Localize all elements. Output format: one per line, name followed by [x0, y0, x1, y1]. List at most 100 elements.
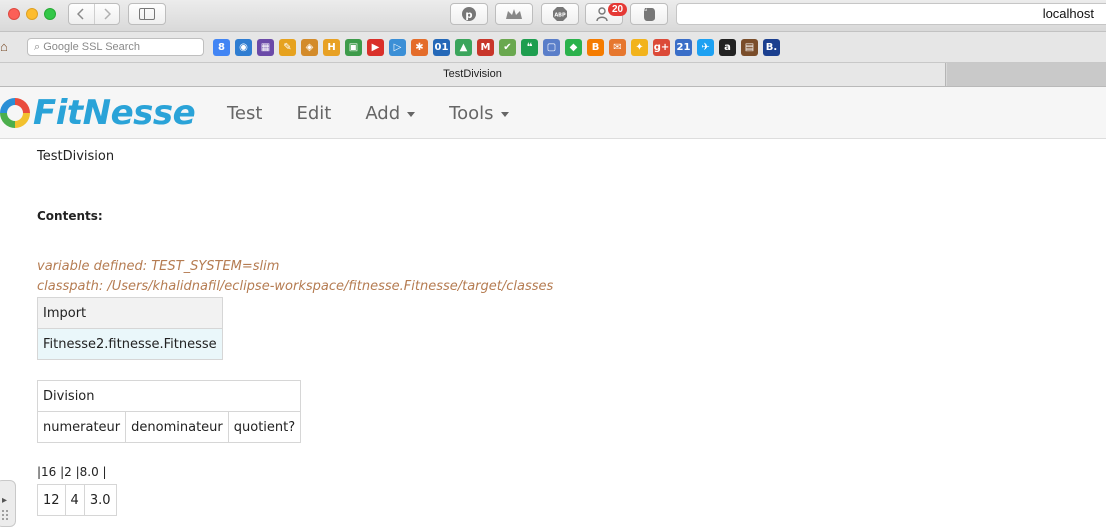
fullscreen-window-button[interactable] — [44, 8, 56, 20]
play-icon[interactable]: ▷ — [389, 39, 406, 56]
keep-icon[interactable]: ✦ — [631, 39, 648, 56]
classpath-line: classpath: /Users/khalidnafil/eclipse-wo… — [37, 279, 554, 294]
pinterest-extension-button[interactable]: p — [450, 3, 488, 25]
search-placeholder: Google SSL Search — [43, 41, 141, 53]
bookmark-home-icon[interactable]: ⌂ — [0, 40, 14, 54]
menu-test-label: Test — [227, 102, 263, 124]
import-table: Import Fitnesse2.fitnesse.Fitnesse — [37, 297, 223, 360]
pinterest-icon: p — [462, 7, 476, 21]
menu-add-label: Add — [365, 102, 401, 124]
svg-text:p: p — [465, 10, 472, 21]
twitter-icon[interactable]: ✈ — [697, 39, 714, 56]
googleplus-icon[interactable]: g+ — [653, 39, 670, 56]
address-bar-url: localhost — [1042, 6, 1094, 21]
table-row: 12 4 3.0 — [37, 484, 117, 516]
expand-arrow-icon: ▸ — [2, 495, 8, 506]
table-row: Fitnesse2.fitnesse.Fitnesse — [37, 328, 223, 360]
youtube-icon[interactable]: ▶ — [367, 39, 384, 56]
feedly-icon[interactable]: ◆ — [565, 39, 582, 56]
browser-toolbar: p ABP 20 localhost — [0, 0, 1106, 32]
tab-title: TestDivision — [443, 68, 502, 80]
search-icon: ⌕ — [34, 41, 41, 53]
data-cell-denominateur: 4 — [64, 484, 85, 516]
menu-tools[interactable]: Tools — [432, 103, 525, 124]
evernote-extension-button[interactable] — [630, 3, 668, 25]
chevron-down-icon — [407, 111, 416, 117]
calendar-icon[interactable]: 01 — [433, 39, 450, 56]
sidebar-toggle-button[interactable] — [128, 3, 166, 25]
column-header-numerateur: numerateur — [36, 411, 127, 443]
fitnesse-menu: Test Edit Add Tools — [210, 87, 526, 139]
forward-button[interactable] — [93, 4, 120, 24]
sidebar-icon — [139, 8, 155, 20]
data-cell-quotient: 3.0 — [83, 484, 117, 516]
tab-testdivision[interactable]: TestDivision — [0, 63, 946, 86]
bookmarks-bar: ⌂ ⌕ Google SSL Search 8 ◉ ▦ ✎ ◈ H ▣ ▶ ▷ ✱ 01 ▲ M ✔ ❝ ▢ ◆… — [0, 32, 1106, 63]
division-table-header: Division — [36, 380, 302, 412]
tab-bar: TestDivision — [0, 63, 1106, 87]
google-ssl-search-field[interactable]: ⌕ Google SSL Search — [27, 38, 204, 56]
note-icon[interactable]: ◈ — [301, 39, 318, 56]
drive-icon[interactable]: ▲ — [455, 39, 472, 56]
camera-icon[interactable]: ◉ — [235, 39, 252, 56]
window-icon[interactable]: ▢ — [543, 39, 560, 56]
menu-tools-label: Tools — [449, 102, 494, 124]
film-icon[interactable]: ▦ — [257, 39, 274, 56]
hangouts-icon[interactable]: ❝ — [521, 39, 538, 56]
menu-add[interactable]: Add — [348, 103, 432, 124]
fitnesse-logo-text: FitNesse — [33, 93, 196, 133]
bookmark-icons-list: 8 ◉ ▦ ✎ ◈ H ▣ ▶ ▷ ✱ 01 ▲ M ✔ ❝ ▢ ◆ B ✉ ✦ g+ 21 ✈ a ▤ B. — [213, 39, 780, 56]
evernote-icon — [644, 8, 655, 21]
pencil-icon[interactable]: ✎ — [279, 39, 296, 56]
column-header-quotient: quotient? — [227, 411, 302, 443]
gmail-icon[interactable]: M — [477, 39, 494, 56]
table-row: numerateur denominateur quotient? — [36, 411, 302, 443]
address-bar[interactable]: localhost — [676, 3, 1106, 25]
division-data-table: 12 4 3.0 — [37, 484, 117, 516]
adblock-icon: ABP — [553, 7, 567, 21]
page-title[interactable]: TestDivision — [37, 149, 114, 164]
division-table: Division numerateur denominateur quotien… — [36, 380, 302, 443]
menu-test[interactable]: Test — [210, 103, 279, 124]
fitnesse-header: FitNesse Test Edit Add Tools — [0, 87, 1106, 139]
svg-text:ABP: ABP — [554, 13, 566, 19]
minimize-window-button[interactable] — [26, 8, 38, 20]
chevron-left-icon — [77, 8, 84, 20]
chevron-right-icon — [104, 8, 111, 20]
contents-heading: Contents: — [37, 209, 103, 223]
data-cell-numerateur: 12 — [37, 484, 66, 516]
google-icon[interactable]: 8 — [213, 39, 230, 56]
close-window-button[interactable] — [8, 8, 20, 20]
crown-icon — [506, 9, 522, 19]
table-row: Import — [37, 297, 223, 329]
calendar21-icon[interactable]: 21 — [675, 39, 692, 56]
side-dock-handle[interactable]: ▸ — [0, 480, 16, 527]
raw-table-row-text: |16 |2 |8.0 | — [37, 465, 107, 479]
variable-defined-line: variable defined: TEST_SYSTEM=slim — [37, 259, 280, 274]
chevron-down-icon — [500, 111, 509, 117]
adblock-extension-button[interactable]: ABP — [541, 3, 579, 25]
fitnesse-logo-icon — [0, 98, 30, 128]
image-icon[interactable]: ▣ — [345, 39, 362, 56]
check-icon[interactable]: ✔ — [499, 39, 516, 56]
notification-count-badge: 20 — [608, 3, 628, 16]
blogger-icon[interactable]: B — [587, 39, 604, 56]
navigation-buttons — [68, 3, 120, 25]
fitnesse-logo[interactable]: FitNesse — [0, 90, 196, 136]
table-row: Division — [36, 380, 302, 412]
chat-icon[interactable]: ✉ — [609, 39, 626, 56]
tab-bar-empty-area — [947, 63, 1106, 86]
import-table-cell: Fitnesse2.fitnesse.Fitnesse — [37, 328, 223, 360]
hackernews-icon[interactable]: H — [323, 39, 340, 56]
menu-edit[interactable]: Edit — [279, 103, 348, 124]
back-button[interactable] — [69, 4, 94, 24]
import-table-header: Import — [37, 297, 223, 329]
booking-icon[interactable]: B. — [763, 39, 780, 56]
pinwheel-icon[interactable]: ✱ — [411, 39, 428, 56]
grip-icon — [1, 509, 9, 521]
menu-edit-label: Edit — [296, 102, 332, 124]
column-header-denominateur: denominateur — [125, 411, 229, 443]
shopping-icon[interactable]: ▤ — [741, 39, 758, 56]
crown-extension-button[interactable] — [495, 3, 533, 25]
amazon-icon[interactable]: a — [719, 39, 736, 56]
